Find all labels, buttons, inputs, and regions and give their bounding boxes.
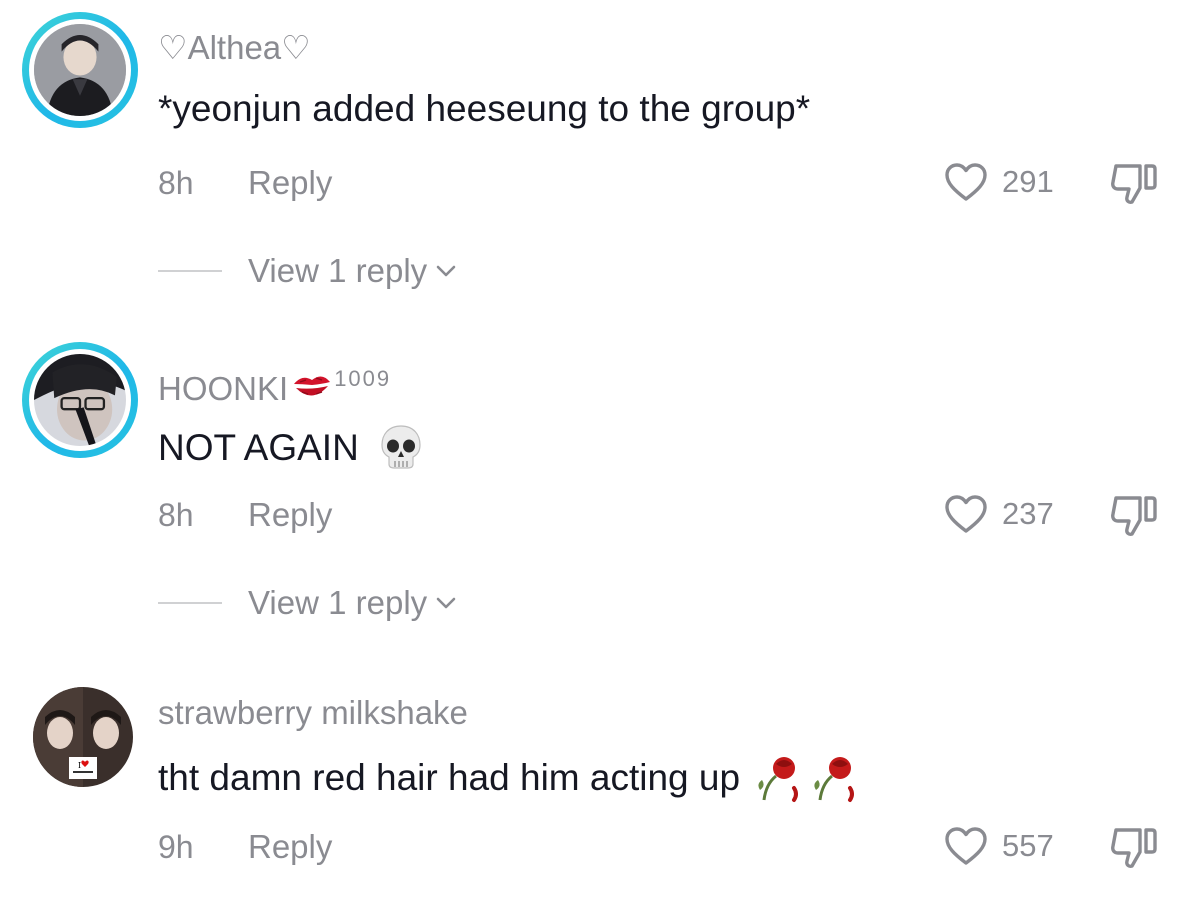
divider-line [158, 270, 222, 272]
view-replies-button[interactable]: View 1 reply [158, 252, 457, 290]
avatar[interactable] [22, 12, 138, 128]
comment-text: tht damn red hair had him acting up [158, 754, 866, 804]
comment-time: 8h [158, 497, 194, 533]
heart-outline-icon [945, 495, 987, 533]
dislike-button[interactable] [1108, 824, 1160, 875]
comment-item: ♡Althea♡ *yeonjun added heeseung to the … [0, 0, 1200, 320]
comment-username[interactable]: HOONKI 1009 [158, 366, 391, 408]
dislike-button[interactable] [1108, 492, 1160, 543]
comment-username[interactable]: ♡Althea♡ [158, 28, 311, 67]
skull-icon [381, 425, 421, 469]
heart-outline-icon [945, 827, 987, 865]
comment-text-content: NOT AGAIN [158, 427, 359, 468]
like-count: 291 [1002, 164, 1054, 199]
heart-outline-icon [945, 163, 987, 201]
thumbs-down-icon [1111, 164, 1157, 204]
like-count: 557 [1002, 828, 1054, 863]
reply-button[interactable]: Reply [248, 496, 332, 534]
username-suffix: 1009 [334, 366, 392, 391]
thumbs-down-icon [1111, 828, 1157, 868]
avatar[interactable] [22, 342, 138, 458]
comment-item: I strawberry milkshake tht damn red hair… [0, 650, 1200, 904]
reply-button[interactable]: Reply [248, 828, 332, 866]
wilted-flower-icon [758, 757, 855, 802]
comment-text: *yeonjun added heeseung to the group* [158, 88, 811, 129]
comment-text-content: tht damn red hair had him acting up [158, 757, 741, 798]
avatar-image [34, 354, 126, 446]
avatar-image: I [33, 687, 133, 787]
like-count: 237 [1002, 496, 1054, 531]
chevron-down-icon [436, 265, 456, 277]
like-button[interactable]: 237 [944, 494, 1054, 534]
comment-time: 9h [158, 829, 194, 865]
comment-text: NOT AGAIN [158, 424, 423, 470]
comment-username[interactable]: strawberry milkshake [158, 694, 468, 732]
view-replies-label: View 1 reply [248, 252, 428, 289]
chevron-down-icon [436, 597, 456, 609]
like-button[interactable]: 557 [944, 826, 1054, 866]
like-button[interactable]: 291 [944, 162, 1054, 202]
avatar-image [34, 24, 126, 116]
avatar[interactable]: I [33, 687, 133, 787]
divider-line [158, 602, 222, 604]
thumbs-down-icon [1111, 496, 1157, 536]
username-text: HOONKI [158, 370, 289, 407]
comment-item: HOONKI 1009 NOT AGAIN 8h Reply 237 View … [0, 320, 1200, 650]
comment-time: 8h [158, 165, 194, 201]
view-replies-label: View 1 reply [248, 584, 428, 621]
svg-text:I: I [78, 761, 81, 770]
kiss-mark-icon [294, 376, 331, 396]
view-replies-button[interactable]: View 1 reply [158, 584, 457, 622]
reply-button[interactable]: Reply [248, 164, 332, 202]
dislike-button[interactable] [1108, 160, 1160, 211]
